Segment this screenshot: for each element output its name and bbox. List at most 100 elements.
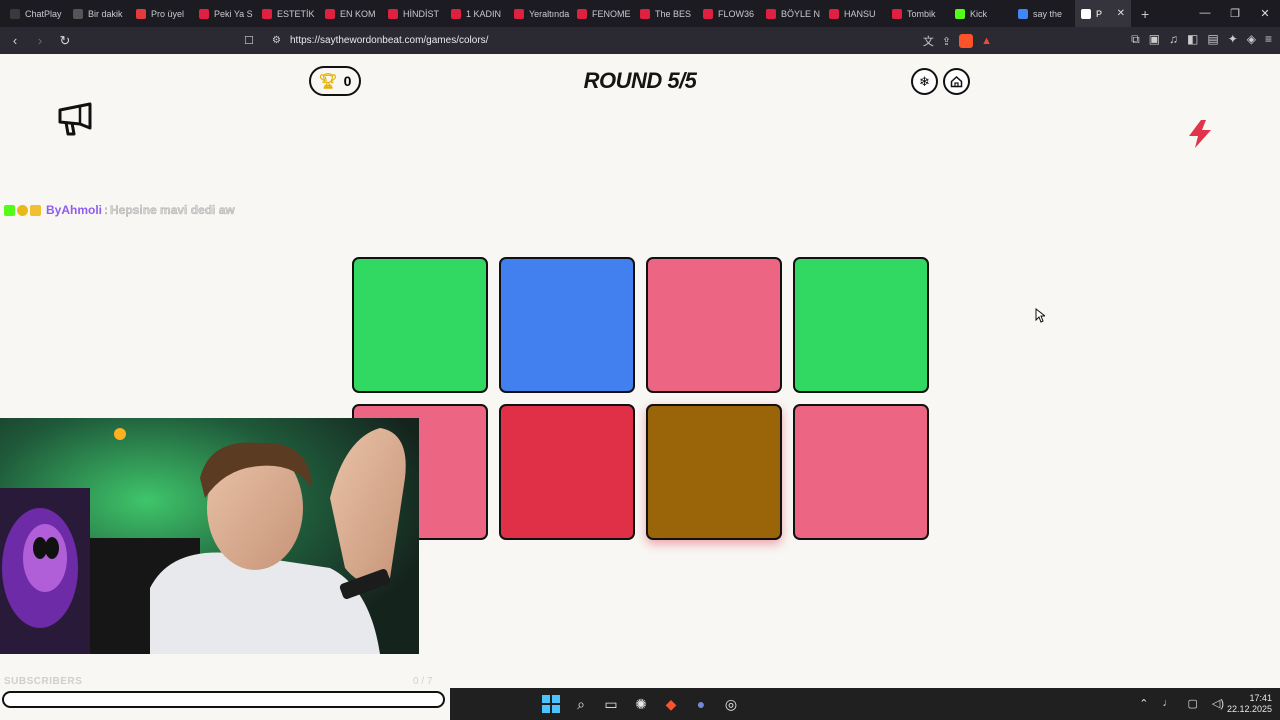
extensions-icon[interactable]: ⧉ (1131, 32, 1140, 47)
microphone-icon[interactable]: ♩ (1162, 697, 1173, 710)
tab-10[interactable]: The BES (634, 0, 697, 27)
tab-5[interactable]: EN KOM (319, 0, 382, 27)
tab-11[interactable]: FLOW36 (697, 0, 760, 27)
round-title: ROUND 5/5 (583, 68, 697, 93)
settings-button[interactable]: ❄ (911, 68, 938, 95)
trophy-icon: 🏆︎ (318, 73, 338, 90)
bookmark-icon[interactable]: ☐ (244, 34, 264, 47)
tab-16[interactable]: say the (1012, 0, 1075, 27)
clock-date: 22.12.2025 (1226, 704, 1272, 714)
tab-label: ESTETİK (277, 8, 315, 19)
address-toolbar: ‹ › ↻ ☐ ⚙ https://saythewordonbeat.com/g… (0, 27, 1280, 54)
taskbar-apps: ⌕ ▭ ✺ ◆ ● ◎ (541, 694, 741, 714)
brave-shields-icon[interactable] (959, 34, 974, 48)
tab-label: FLOW36 (718, 8, 755, 19)
tab-14[interactable]: Tombik (886, 0, 949, 27)
forward-icon[interactable]: › (30, 33, 50, 48)
tab-label: BÖYLE N (781, 8, 821, 19)
wallet2-icon[interactable]: ▤ (1207, 32, 1218, 47)
rewards-icon[interactable]: ▲ (981, 35, 992, 47)
tab-7[interactable]: 1 KADIN (445, 0, 508, 27)
tab-0[interactable]: ChatPlay (4, 0, 67, 27)
tab-label: ChatPlay (25, 8, 62, 19)
color-tile-7[interactable] (646, 404, 782, 540)
tab-favicon-icon (766, 8, 776, 19)
webcam-overlay (0, 418, 419, 654)
restore-icon[interactable]: ❐ (1220, 7, 1250, 20)
lightning-icon (1189, 120, 1211, 148)
brave-browser-icon[interactable]: ◆ (661, 694, 681, 714)
volume-icon[interactable]: ◁) (1212, 697, 1224, 710)
tab-favicon-icon (577, 8, 587, 19)
chatgpt-icon[interactable]: ✺ (631, 694, 651, 714)
chat-separator: : (104, 203, 109, 217)
wallet-icon[interactable]: ▣ (1149, 32, 1160, 47)
leo-icon[interactable]: ✦ (1228, 32, 1238, 47)
obs-icon[interactable]: ◎ (721, 694, 741, 714)
network-icon[interactable]: ▢ (1187, 697, 1197, 710)
color-tile-3[interactable] (646, 257, 782, 393)
tab-favicon-icon (703, 8, 713, 19)
url-field[interactable]: ☐ ⚙ https://saythewordonbeat.com/games/c… (244, 30, 992, 51)
tab-6[interactable]: HİNDİST (382, 0, 445, 27)
tab-13[interactable]: HANSU (823, 0, 886, 27)
tab-favicon-icon (451, 8, 461, 19)
tab-label: say the (1033, 8, 1063, 19)
tab-label: The BES (655, 8, 692, 19)
sidebar-icon[interactable]: ◧ (1187, 32, 1198, 47)
windows-start-icon[interactable] (541, 694, 561, 714)
megaphone-icon[interactable] (56, 102, 96, 138)
music-icon[interactable]: ♫ (1169, 32, 1178, 47)
tab-favicon-icon (1018, 8, 1028, 19)
menu-icon[interactable]: ≡ (1265, 32, 1272, 47)
tab-label: 1 KADIN (466, 8, 502, 19)
vpn-icon[interactable]: ◈ (1247, 32, 1256, 47)
new-tab-button[interactable]: + (1131, 6, 1159, 22)
tab-label: Peki Ya S (214, 8, 253, 19)
color-tile-6[interactable] (499, 404, 635, 540)
tab-active[interactable]: P ✕ (1075, 0, 1131, 27)
tab-favicon-icon (514, 8, 524, 19)
tab-favicon-icon (829, 8, 839, 19)
tab-12[interactable]: BÖYLE N (760, 0, 823, 27)
sub-badge-icon (17, 204, 28, 216)
tray-chevron-icon[interactable]: ⌃ (1139, 697, 1148, 710)
translate-icon[interactable]: 文 (923, 33, 934, 49)
minimize-icon[interactable]: — (1190, 7, 1220, 20)
tab-favicon-icon (892, 8, 902, 19)
back-icon[interactable]: ‹ (5, 33, 25, 48)
home-button[interactable] (943, 68, 970, 95)
search-icon[interactable]: ⌕ (571, 694, 591, 714)
tab-close-icon[interactable]: ✕ (1117, 8, 1125, 19)
tab-label: Kick (970, 8, 988, 19)
tab-1[interactable]: Bir dakik (67, 0, 130, 27)
color-tile-4[interactable] (793, 257, 929, 393)
tab-favicon-icon (955, 8, 965, 19)
browser-tabbar: ChatPlay Bir dakik Pro üyel Peki Ya S ESTETİ… (0, 0, 1280, 27)
file-explorer-icon[interactable]: ▭ (601, 694, 621, 714)
tab-favicon-icon (325, 8, 335, 19)
url-text[interactable]: https://saythewordonbeat.com/games/color… (290, 35, 488, 46)
discord-icon[interactable]: ● (691, 694, 711, 714)
reload-icon[interactable]: ↻ (55, 33, 75, 49)
tab-2[interactable]: Pro üyel (130, 0, 193, 27)
kick-badge-icon (4, 204, 15, 216)
score-pill: 🏆︎ 0 (309, 66, 361, 96)
color-tile-8[interactable] (793, 404, 929, 540)
tab-9[interactable]: FENOME (571, 0, 634, 27)
close-window-icon[interactable]: ✕ (1250, 7, 1280, 20)
tab-8[interactable]: Yeraltında (508, 0, 571, 27)
share-icon[interactable]: ⇪ (942, 35, 951, 48)
tab-3[interactable]: Peki Ya S (193, 0, 256, 27)
color-tile-2[interactable] (499, 257, 635, 393)
tab-favicon-icon (136, 8, 146, 19)
clock[interactable]: 17:41 22.12.2025 (1227, 693, 1272, 715)
color-tile-1[interactable] (352, 257, 488, 393)
site-settings-icon[interactable]: ⚙ (272, 35, 290, 46)
tab-4[interactable]: ESTETİK (256, 0, 319, 27)
tab-label: Pro üyel (151, 8, 185, 19)
tab-favicon-icon (199, 8, 209, 19)
tab-15[interactable]: Kick (949, 0, 1012, 27)
tab-label: Tombik (907, 8, 936, 19)
tab-favicon-icon (388, 8, 398, 19)
